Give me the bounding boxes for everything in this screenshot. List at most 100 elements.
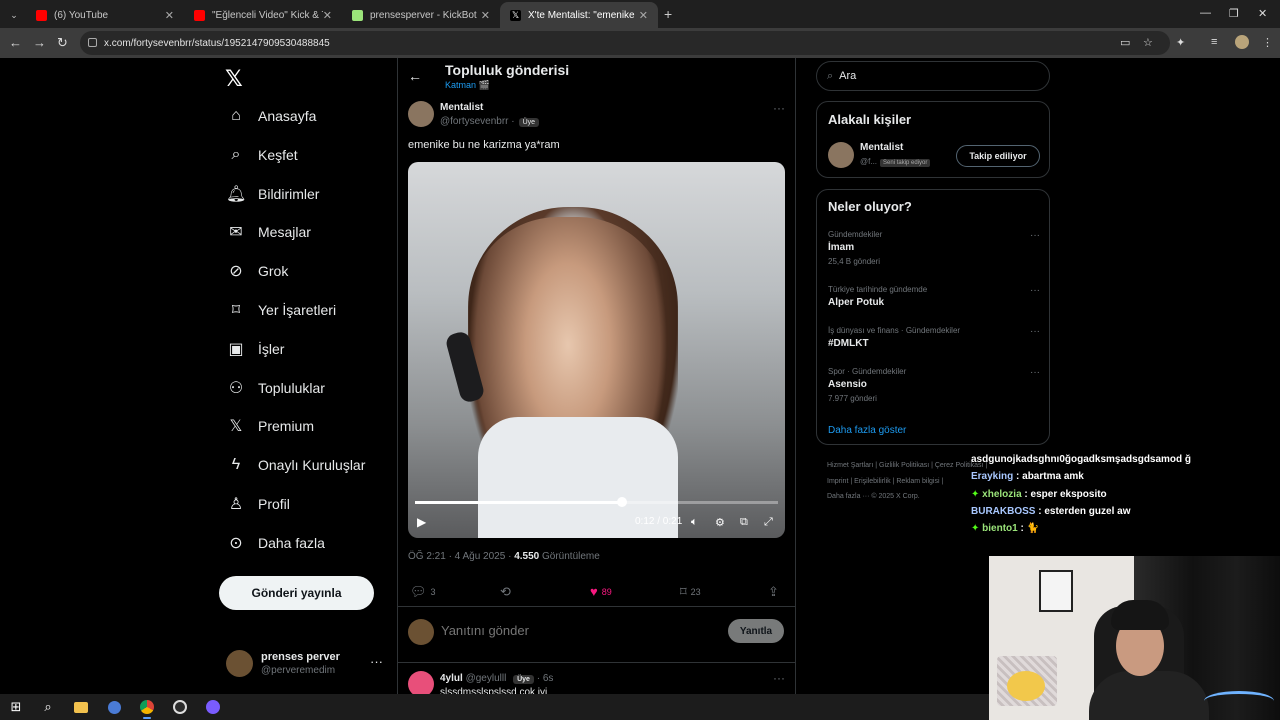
star-icon[interactable]: ☆ [1143,36,1153,49]
close-icon[interactable]: ✕ [165,9,174,22]
community-link[interactable]: Katman 🎬 [445,80,490,91]
cast-icon[interactable]: ▭ [1120,36,1130,49]
more-icon[interactable]: ··· [773,671,785,685]
browser-tab-youtube[interactable]: (6) YouTube ✕ [26,2,184,28]
play-icon[interactable]: ▶ [417,515,426,529]
nav-item-bookmarks[interactable]: ⌑ Yer İşaretleri [226,296,336,324]
video-progress-fill [415,501,622,504]
more-icon[interactable]: ··· [1030,285,1040,296]
video-progress-bar[interactable] [415,501,778,504]
app-icon[interactable] [205,699,221,715]
comment-handle[interactable]: @geylulll [466,673,507,684]
nav-item-more[interactable]: ⊙ Daha fazla [226,529,325,557]
following-button[interactable]: Takip ediliyor [956,145,1040,167]
avatar[interactable] [1235,35,1249,49]
trend-item[interactable]: Gündemdekiler İmam 25,4 B gönderi ··· [828,230,1040,266]
back-button[interactable]: ← [9,35,22,50]
trend-count: 25,4 B gönderi [828,257,881,266]
webcam-overlay [989,556,1280,720]
extensions-icon[interactable]: ✦ [1176,36,1185,49]
footer-links[interactable]: Imprint | Erişilebilirlik | Reklam bilgi… [827,478,943,485]
close-window-button[interactable]: ✕ [1258,7,1267,20]
more-icon[interactable]: ··· [1030,230,1040,241]
author-handle[interactable]: @fortysevenbrr [440,116,509,127]
video-scrubber-handle[interactable] [616,497,627,507]
video-player[interactable]: ▶ 0:12 / 0:21 🔈︎ ⚙ ⧉ ⤢ [408,162,785,538]
new-tab-button[interactable]: + [664,6,672,22]
chrome-icon[interactable] [139,699,155,719]
author-name[interactable]: Mentalist [440,102,483,113]
more-icon[interactable]: ··· [1030,367,1040,378]
close-icon[interactable]: ✕ [481,9,490,22]
volume-icon[interactable]: 🔈︎ [691,516,698,529]
search-box[interactable]: ⌕ [816,61,1050,91]
trend-item[interactable]: Türkiye tarihinde gündemde Alper Potuk ·… [828,285,1040,308]
nav-label: Topluluklar [258,380,325,396]
reply-input[interactable] [441,623,691,638]
more-icon[interactable]: ··· [773,101,785,115]
chat-username: xhelozia [982,489,1022,500]
back-arrow-icon[interactable]: ← [408,68,422,84]
windows-start-icon[interactable]: ⊞ [8,699,24,715]
reply-action[interactable]: 💬︎ 3 [410,584,436,600]
search-icon[interactable]: ⌕ [40,699,56,715]
nav-item-messages[interactable]: ✉ Mesajlar [226,218,311,246]
avatar[interactable] [408,101,434,127]
more-icon[interactable]: ··· [1030,326,1040,337]
nav-item-verified-orgs[interactable]: ϟ Onaylı Kuruluşlar [226,451,366,479]
minimize-button[interactable]: — [1200,7,1211,19]
forward-button[interactable]: → [33,35,46,50]
app-icon[interactable] [106,699,122,715]
reading-list-icon[interactable]: ≡ [1211,36,1217,48]
browser-tab-x[interactable]: 𝕏 X'te Mentalist: "emenike bu ne ✕ [500,2,658,28]
nav-item-jobs[interactable]: ▣ İşler [226,335,284,363]
site-info-icon[interactable] [88,38,97,47]
bookmark-action[interactable]: ⌑ 23 [680,584,701,600]
show-more-link[interactable]: Daha fazla göster [828,425,906,436]
reload-button[interactable]: ↻ [57,35,68,51]
account-name: prenses perver [261,651,340,663]
fullscreen-icon[interactable]: ⤢ [764,516,773,529]
address-bar[interactable]: x.com/fortysevenbrr/status/1952147909530… [80,31,1170,55]
post-button[interactable]: Gönderi yayınla [219,576,374,610]
avatar[interactable] [828,142,854,168]
account-switcher[interactable]: prenses perver @perveremedim ··· [226,648,386,680]
person-handle-row: @f... Seni takip ediyor [860,157,931,167]
person-name[interactable]: Mentalist [860,142,903,153]
tab-list-dropdown[interactable]: ⌄ [4,2,24,28]
like-action[interactable]: ♥ 89 [590,584,612,599]
search-input[interactable] [839,70,1030,82]
browser-tab-kickbot[interactable]: prensesperver - KickBot ✕ [342,2,500,28]
settings-gear-icon[interactable]: ⚙ [715,516,725,529]
nav-item-notifications[interactable]: 🔔︎ Bildirimler [226,180,319,208]
chat-text: asdgunojkadsghnı0ğogadksmşadsgdsamod ğ [971,454,1192,465]
pip-icon[interactable]: ⧉ [740,516,748,529]
share-action[interactable]: ⇪ [768,584,783,600]
trend-item[interactable]: İş dünyası ve finans · Gündemdekiler #DM… [828,326,1040,349]
nav-item-grok[interactable]: ⊘ Grok [226,257,288,285]
close-icon[interactable]: ✕ [639,9,648,22]
nav-item-premium[interactable]: 𝕏 Premium [226,412,314,440]
x-logo-icon[interactable]: 𝕏 [225,66,243,92]
file-explorer-icon[interactable] [73,699,89,715]
trend-name: Alper Potuk [828,297,885,308]
webcam-body [1089,671,1209,720]
restore-button[interactable]: ❐ [1229,7,1239,20]
reply-button[interactable]: Yanıtla [728,619,784,643]
repost-action[interactable]: ⟲ [500,584,515,600]
obs-icon[interactable] [172,699,188,715]
nav-item-home[interactable]: ⌂ Anasayfa [226,102,316,130]
trend-item[interactable]: Spor · Gündemdekiler Asensio 7.977 gönde… [828,367,1040,403]
share-icon: ⇪ [768,584,779,599]
browser-tab-video[interactable]: "Eğlenceli Video" Kick & Twitch ✕ [184,2,342,28]
nav-item-communities[interactable]: ⚇ Topluluklar [226,374,325,402]
footer-links[interactable]: Daha fazla ··· © 2025 X Corp. [827,493,920,500]
nav-item-profile[interactable]: ♙ Profil [226,490,290,518]
nav-item-explore[interactable]: ⌕ Keşfet [226,141,298,169]
menu-icon[interactable]: ⋮ [1262,36,1273,49]
video-time: 0:12 / 0:21 [635,516,683,527]
close-icon[interactable]: ✕ [323,9,332,22]
footer-links[interactable]: Hizmet Şartları | Gizlilik Politikası | … [827,462,987,469]
comment-author[interactable]: 4ylul [440,673,463,684]
post-timestamp[interactable]: ÖĞ 2:21 · 4 Ağu 2025 · [408,551,514,562]
